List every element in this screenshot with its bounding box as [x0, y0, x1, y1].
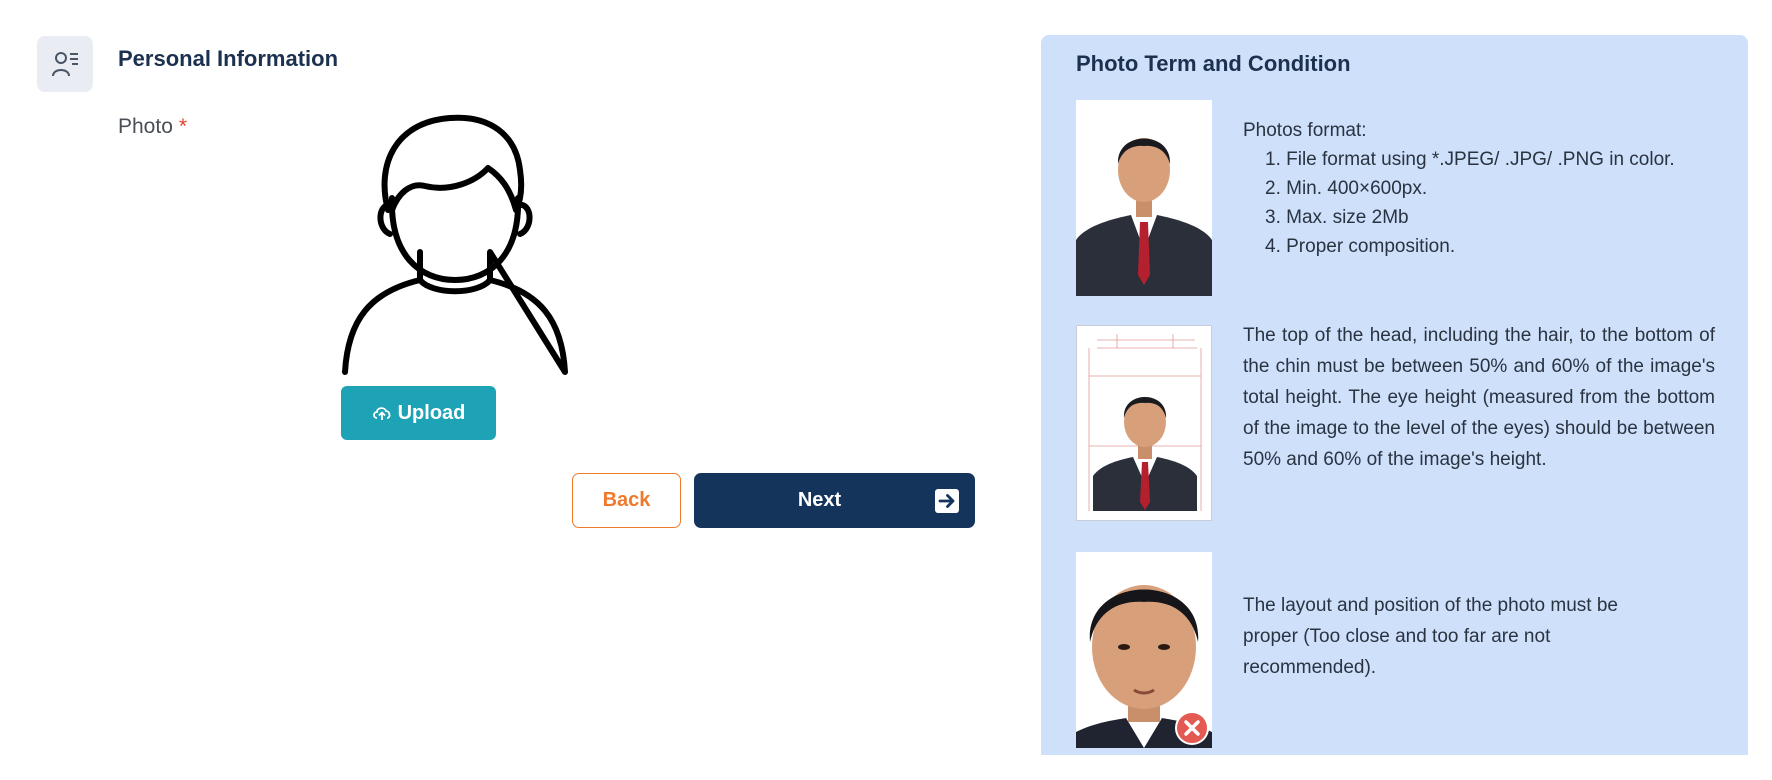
photo-label-text: Photo: [118, 115, 173, 138]
user-avatar-icon: [342, 114, 568, 375]
upload-button[interactable]: Upload: [341, 386, 496, 440]
photo-preview: [340, 110, 570, 375]
rule-head-height: The top of the head, including the hair,…: [1243, 325, 1715, 470]
list-item: 3. Max. size 2Mb: [1265, 207, 1409, 228]
next-button-label: Next: [797, 489, 842, 511]
example-photo-measurement: [1076, 325, 1212, 521]
list-item: 2. Min. 400×600px.: [1265, 178, 1428, 199]
rule-layout-position: The layout and position of the photo mus…: [1243, 595, 1618, 678]
arrow-right-icon: [935, 489, 959, 513]
section-icon-box: [37, 36, 93, 92]
next-button[interactable]: Next: [694, 473, 975, 528]
error-icon: [1175, 711, 1209, 745]
list-item: 1. File format using *.JPEG/ .JPG/ .PNG …: [1265, 149, 1675, 170]
rule-heading: Photos format:: [1243, 120, 1367, 141]
back-button[interactable]: Back: [572, 473, 681, 528]
photo-terms-panel: Photo Term and Condition Photos format: …: [1041, 35, 1748, 755]
required-mark: *: [178, 115, 188, 138]
example-photo-too-close: [1076, 552, 1212, 748]
rule-format-list: 1. File format using *.JPEG/ .JPG/ .PNG …: [1243, 145, 1713, 261]
cloud-upload-icon: [372, 407, 391, 420]
upload-button-label: Upload: [397, 401, 466, 424]
panel-title: Photo Term and Condition: [1076, 51, 1351, 76]
example-photo-format: [1076, 100, 1212, 296]
photo-label: Photo *: [118, 115, 187, 139]
rule-photo-format: Photos format: 1. File format using *.JP…: [1243, 116, 1713, 261]
section-title: Personal Information: [118, 46, 339, 71]
list-item: 4. Proper composition.: [1265, 236, 1456, 257]
user-list-icon: [52, 52, 78, 77]
